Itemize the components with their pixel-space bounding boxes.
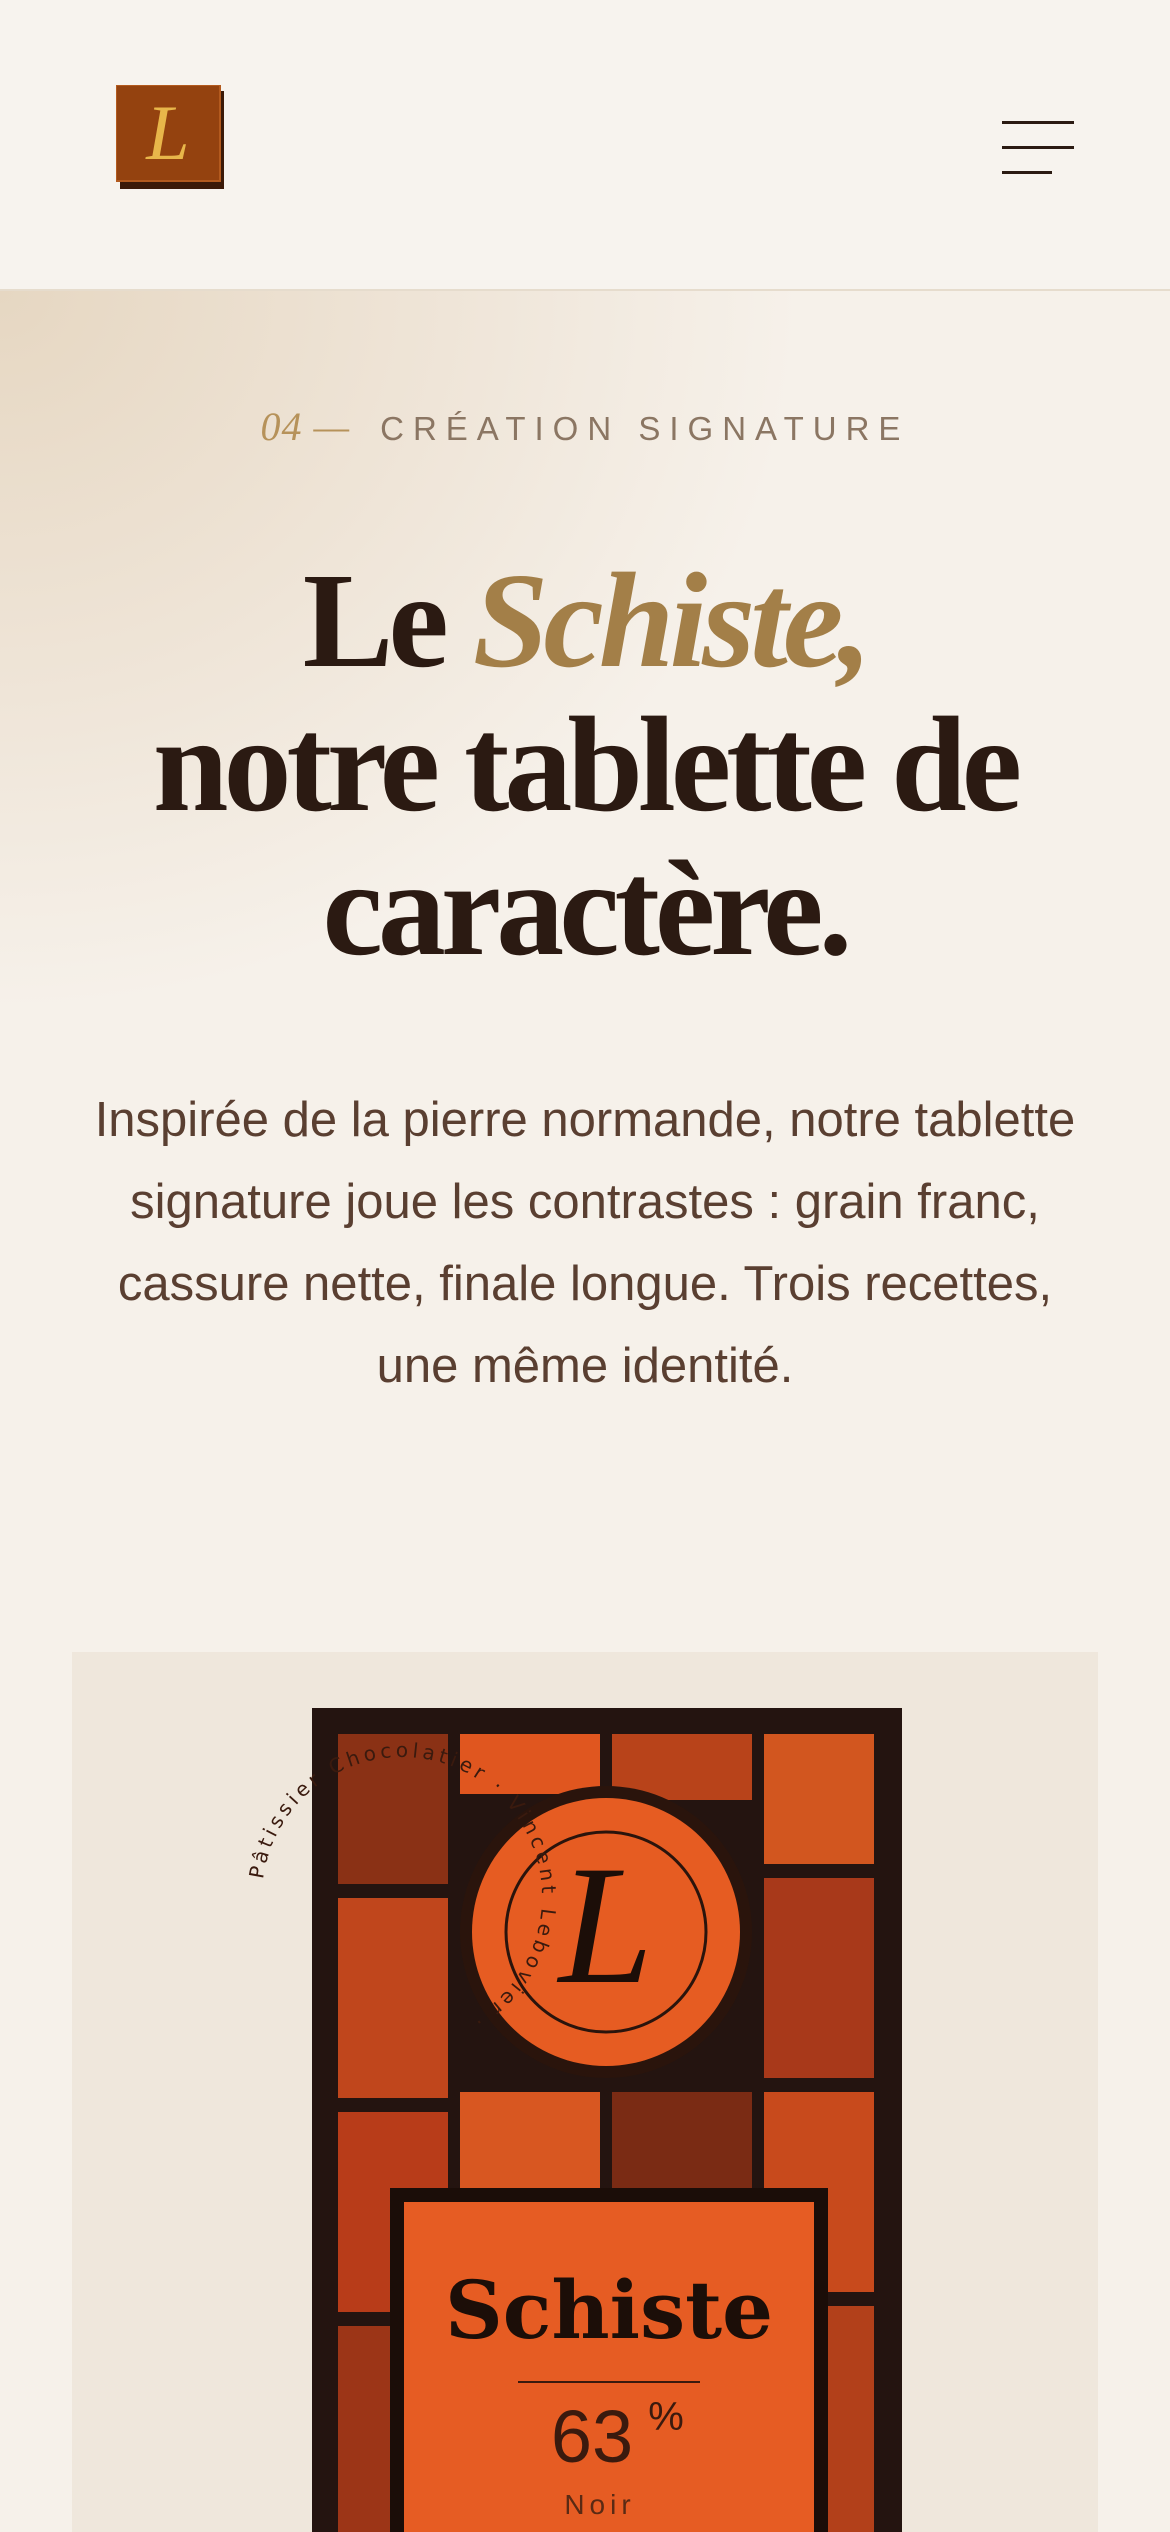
title-line3: caractère. [322,834,852,984]
section-eyebrow: 04 — CRÉATION SIGNATURE [0,403,1170,450]
product-percentage: 63 [551,2395,633,2478]
brand-logo[interactable]: L [116,85,224,189]
title-line2: notre tablette de [152,690,1022,840]
section-title: Le Schiste, notre tablette de caractère. [0,549,1170,981]
svg-text:%: % [648,2395,684,2439]
chocolate-bar-illustration: Pâtissier Chocolatier · Vincent Lebovier… [244,1708,902,2532]
eyebrow-number: 04 — [260,404,351,449]
logo-icon: L [116,85,224,189]
product-name: Schiste [445,2263,773,2357]
product-variant: Noir [564,2489,635,2520]
title-accent: Schiste, [472,546,872,696]
svg-text:L: L [557,1831,654,2019]
svg-text:L: L [145,89,189,176]
eyebrow-label: CRÉATION SIGNATURE [380,410,910,447]
title-line1: Le Schiste, [302,546,873,696]
section-description: Inspirée de la pierre normande, notre ta… [94,1093,1076,1393]
site-header: L [0,0,1170,291]
product-image: Pâtissier Chocolatier · Vincent Lebovier… [72,1652,1098,2532]
signature-section: 04 — CRÉATION SIGNATURE Le Schiste, notre… [0,291,1170,1651]
hamburger-menu-icon[interactable] [996,118,1076,178]
